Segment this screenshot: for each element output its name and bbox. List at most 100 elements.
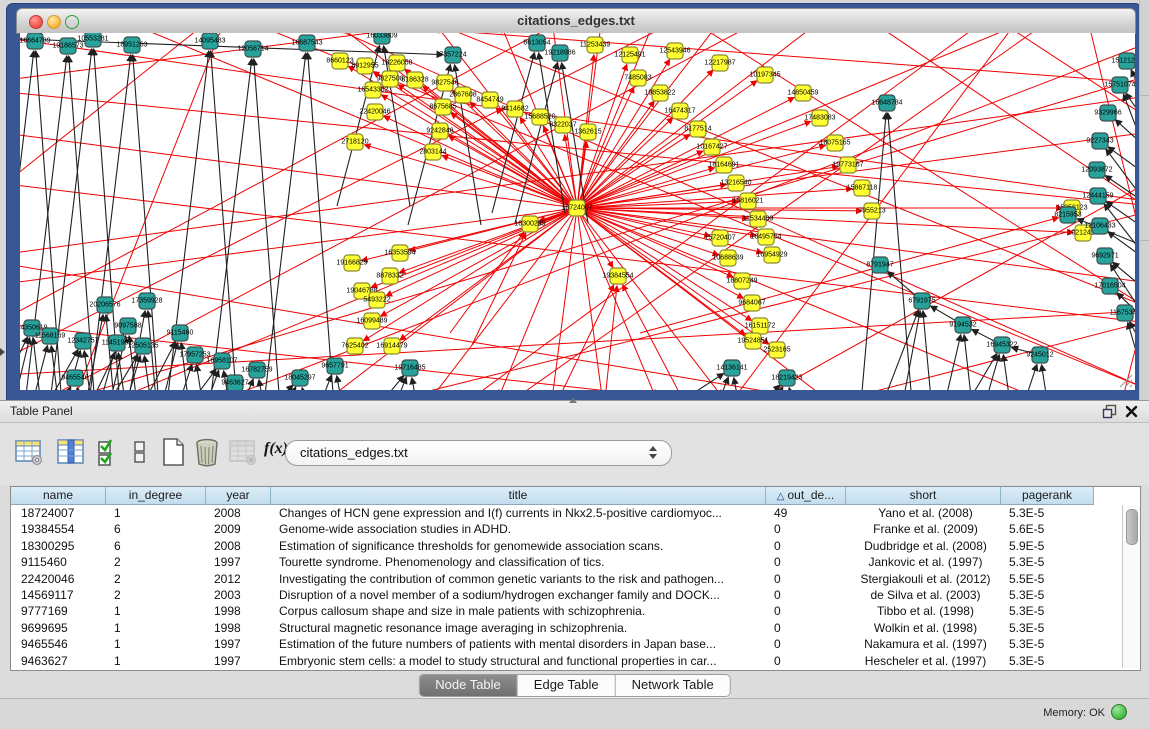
table-settings-icon[interactable] bbox=[14, 437, 44, 467]
graph-node-label: 18226058 bbox=[381, 60, 412, 67]
table-cell: 5.3E-5 bbox=[1001, 653, 1094, 669]
tab-edge-table[interactable]: Edge Table bbox=[518, 675, 616, 696]
table-row[interactable]: 2242004622012Investigating the contribut… bbox=[11, 571, 1094, 587]
graph-node-label: 1362615 bbox=[574, 129, 601, 136]
table-cell: 2008 bbox=[206, 505, 271, 521]
table-cell: Genome-wide association studies in ADHD. bbox=[271, 521, 766, 537]
graph-node-label: 18807249 bbox=[726, 278, 757, 285]
table-panel-titlebar[interactable]: Table Panel bbox=[0, 401, 1149, 423]
column-header-name[interactable]: name bbox=[11, 487, 106, 505]
table-cell: Investigating the contribution of common… bbox=[271, 571, 766, 587]
graph-edge bbox=[789, 388, 799, 390]
table-cell: 0 bbox=[766, 521, 846, 537]
graph-node-label: 22420046 bbox=[359, 109, 390, 116]
table-row[interactable]: 946362711997Embryonic stem cells: a mode… bbox=[11, 653, 1094, 669]
graph-edge bbox=[362, 376, 404, 390]
table-cell: 22420046 bbox=[11, 571, 106, 587]
network-window[interactable]: citations_edges.txt 18724007183002958660… bbox=[6, 3, 1142, 400]
table-selector-dropdown[interactable]: citations_edges.txt bbox=[285, 440, 672, 466]
table-row[interactable]: 1456911722003Disruption of a novel membe… bbox=[11, 587, 1094, 603]
graph-node-label: 12106433 bbox=[1084, 223, 1115, 230]
graph-edge bbox=[20, 93, 1135, 205]
table-cell: 2 bbox=[106, 571, 206, 587]
table-cell: Corpus callosum shape and size in male p… bbox=[271, 603, 766, 619]
splitter-handle-icon[interactable] bbox=[569, 398, 577, 403]
table-cell: 2003 bbox=[206, 587, 271, 603]
delete-rows-icon[interactable] bbox=[192, 437, 222, 467]
graph-node-label: 19853822 bbox=[644, 90, 675, 97]
table-cell: 0 bbox=[766, 636, 846, 652]
table-row[interactable]: 1938455462009Genome-wide association stu… bbox=[11, 521, 1094, 537]
sort-ascending-icon: △ bbox=[777, 491, 785, 502]
table-cell: Stergiakouli et al. (2012) bbox=[846, 571, 1001, 587]
graph-node-label: 9194532 bbox=[949, 322, 976, 329]
table-row[interactable]: 946554611997Estimation of the future num… bbox=[11, 636, 1094, 652]
graph-edge bbox=[1115, 120, 1135, 143]
graph-node-label: 16816021 bbox=[732, 198, 763, 205]
vertical-scrollbar[interactable] bbox=[1122, 505, 1140, 668]
graph-node-label: 12217987 bbox=[704, 60, 735, 67]
node-table: namein_degreeyeartitle△out_de...shortpag… bbox=[10, 486, 1141, 671]
tab-network-table[interactable]: Network Table bbox=[616, 675, 730, 696]
table-cell: 2008 bbox=[206, 538, 271, 554]
table-cell: 5.5E-5 bbox=[1001, 571, 1094, 587]
table-cell: Wolkin et al. (1998) bbox=[846, 620, 1001, 636]
select-options-icon[interactable] bbox=[96, 437, 122, 467]
table-row[interactable]: 1830029562008Estimation of significance … bbox=[11, 538, 1094, 554]
graph-node-label: 17016504 bbox=[1094, 283, 1125, 290]
graph-node-label: 11534409 bbox=[743, 216, 774, 223]
network-graph[interactable]: 1872400718300295866012389129551822605898… bbox=[20, 33, 1135, 390]
table-cell: 18724007 bbox=[11, 505, 106, 521]
float-panel-icon[interactable] bbox=[1102, 404, 1117, 419]
table-row[interactable]: 969969511998Structural magnetic resonanc… bbox=[11, 620, 1094, 636]
graph-node-label: 16474317 bbox=[664, 108, 695, 115]
column-header-title[interactable]: title bbox=[271, 487, 766, 505]
table-cell: 5.3E-5 bbox=[1001, 620, 1094, 636]
graph-edge bbox=[450, 232, 524, 333]
memory-status-indicator[interactable] bbox=[1111, 704, 1127, 720]
table-row[interactable]: 977716911998Corpus callosum shape and si… bbox=[11, 603, 1094, 619]
tab-node-table[interactable]: Node Table bbox=[419, 675, 518, 696]
column-header-year[interactable]: year bbox=[206, 487, 271, 505]
graph-node-label: 8912955 bbox=[351, 63, 378, 70]
row-height-icon[interactable] bbox=[132, 437, 148, 467]
column-header-out-de-[interactable]: △out_de... bbox=[766, 487, 846, 505]
new-table-icon[interactable] bbox=[158, 437, 188, 467]
graph-node-label: 8660123 bbox=[326, 58, 353, 65]
table-cell: 5.9E-5 bbox=[1001, 538, 1094, 554]
network-window-titlebar[interactable]: citations_edges.txt bbox=[16, 8, 1136, 34]
graph-node-label: 14095483 bbox=[194, 38, 225, 45]
graph-node-label: 16954929 bbox=[756, 252, 787, 259]
table-cell: Jankovic et al. (1997) bbox=[846, 554, 1001, 570]
graph-node-label: 16033809 bbox=[366, 33, 397, 40]
table-row[interactable]: 911546021997Tourette syndrome. Phenomeno… bbox=[11, 554, 1094, 570]
column-header-pagerank[interactable]: pagerank bbox=[1001, 487, 1094, 505]
graph-edge bbox=[20, 33, 555, 315]
column-header-in-degree[interactable]: in_degree bbox=[106, 487, 206, 505]
graph-edge bbox=[560, 285, 614, 390]
panel-collapse-icon[interactable] bbox=[0, 348, 5, 356]
graph-node-label: 2867608 bbox=[449, 92, 476, 99]
column-header-short[interactable]: short bbox=[846, 487, 1001, 505]
dropdown-stepper-icon bbox=[649, 446, 657, 459]
scrollbar-thumb[interactable] bbox=[1126, 509, 1138, 545]
table-row[interactable]: 1872400712008Changes of HCN gene express… bbox=[11, 505, 1094, 521]
table-cell: 1997 bbox=[206, 554, 271, 570]
graph-node-label: 10553281 bbox=[77, 36, 108, 43]
table-cell: Changes of HCN gene expression and I(f) … bbox=[271, 505, 766, 521]
memory-status-label: Memory: OK bbox=[1043, 707, 1105, 719]
network-window-title: citations_edges.txt bbox=[17, 13, 1135, 28]
table-header-row: namein_degreeyeartitle△out_de...shortpag… bbox=[11, 487, 1094, 505]
graph-edge bbox=[577, 167, 838, 208]
graph-node-label: 9414682 bbox=[501, 106, 528, 113]
column-visibility-icon[interactable] bbox=[56, 437, 86, 467]
table-panel-title: Table Panel bbox=[10, 404, 73, 418]
close-panel-icon[interactable] bbox=[1124, 404, 1139, 419]
graph-node-label: 12444159 bbox=[1082, 193, 1113, 200]
graph-edge bbox=[640, 218, 1058, 333]
graph-node-label: 19716485 bbox=[394, 365, 425, 372]
graph-node-label: 16099489 bbox=[356, 318, 387, 325]
table-cell: 0 bbox=[766, 571, 846, 587]
network-view-canvas[interactable]: 1872400718300295866012389129551822605898… bbox=[20, 33, 1135, 390]
graph-node-label: 20206576 bbox=[89, 302, 120, 309]
